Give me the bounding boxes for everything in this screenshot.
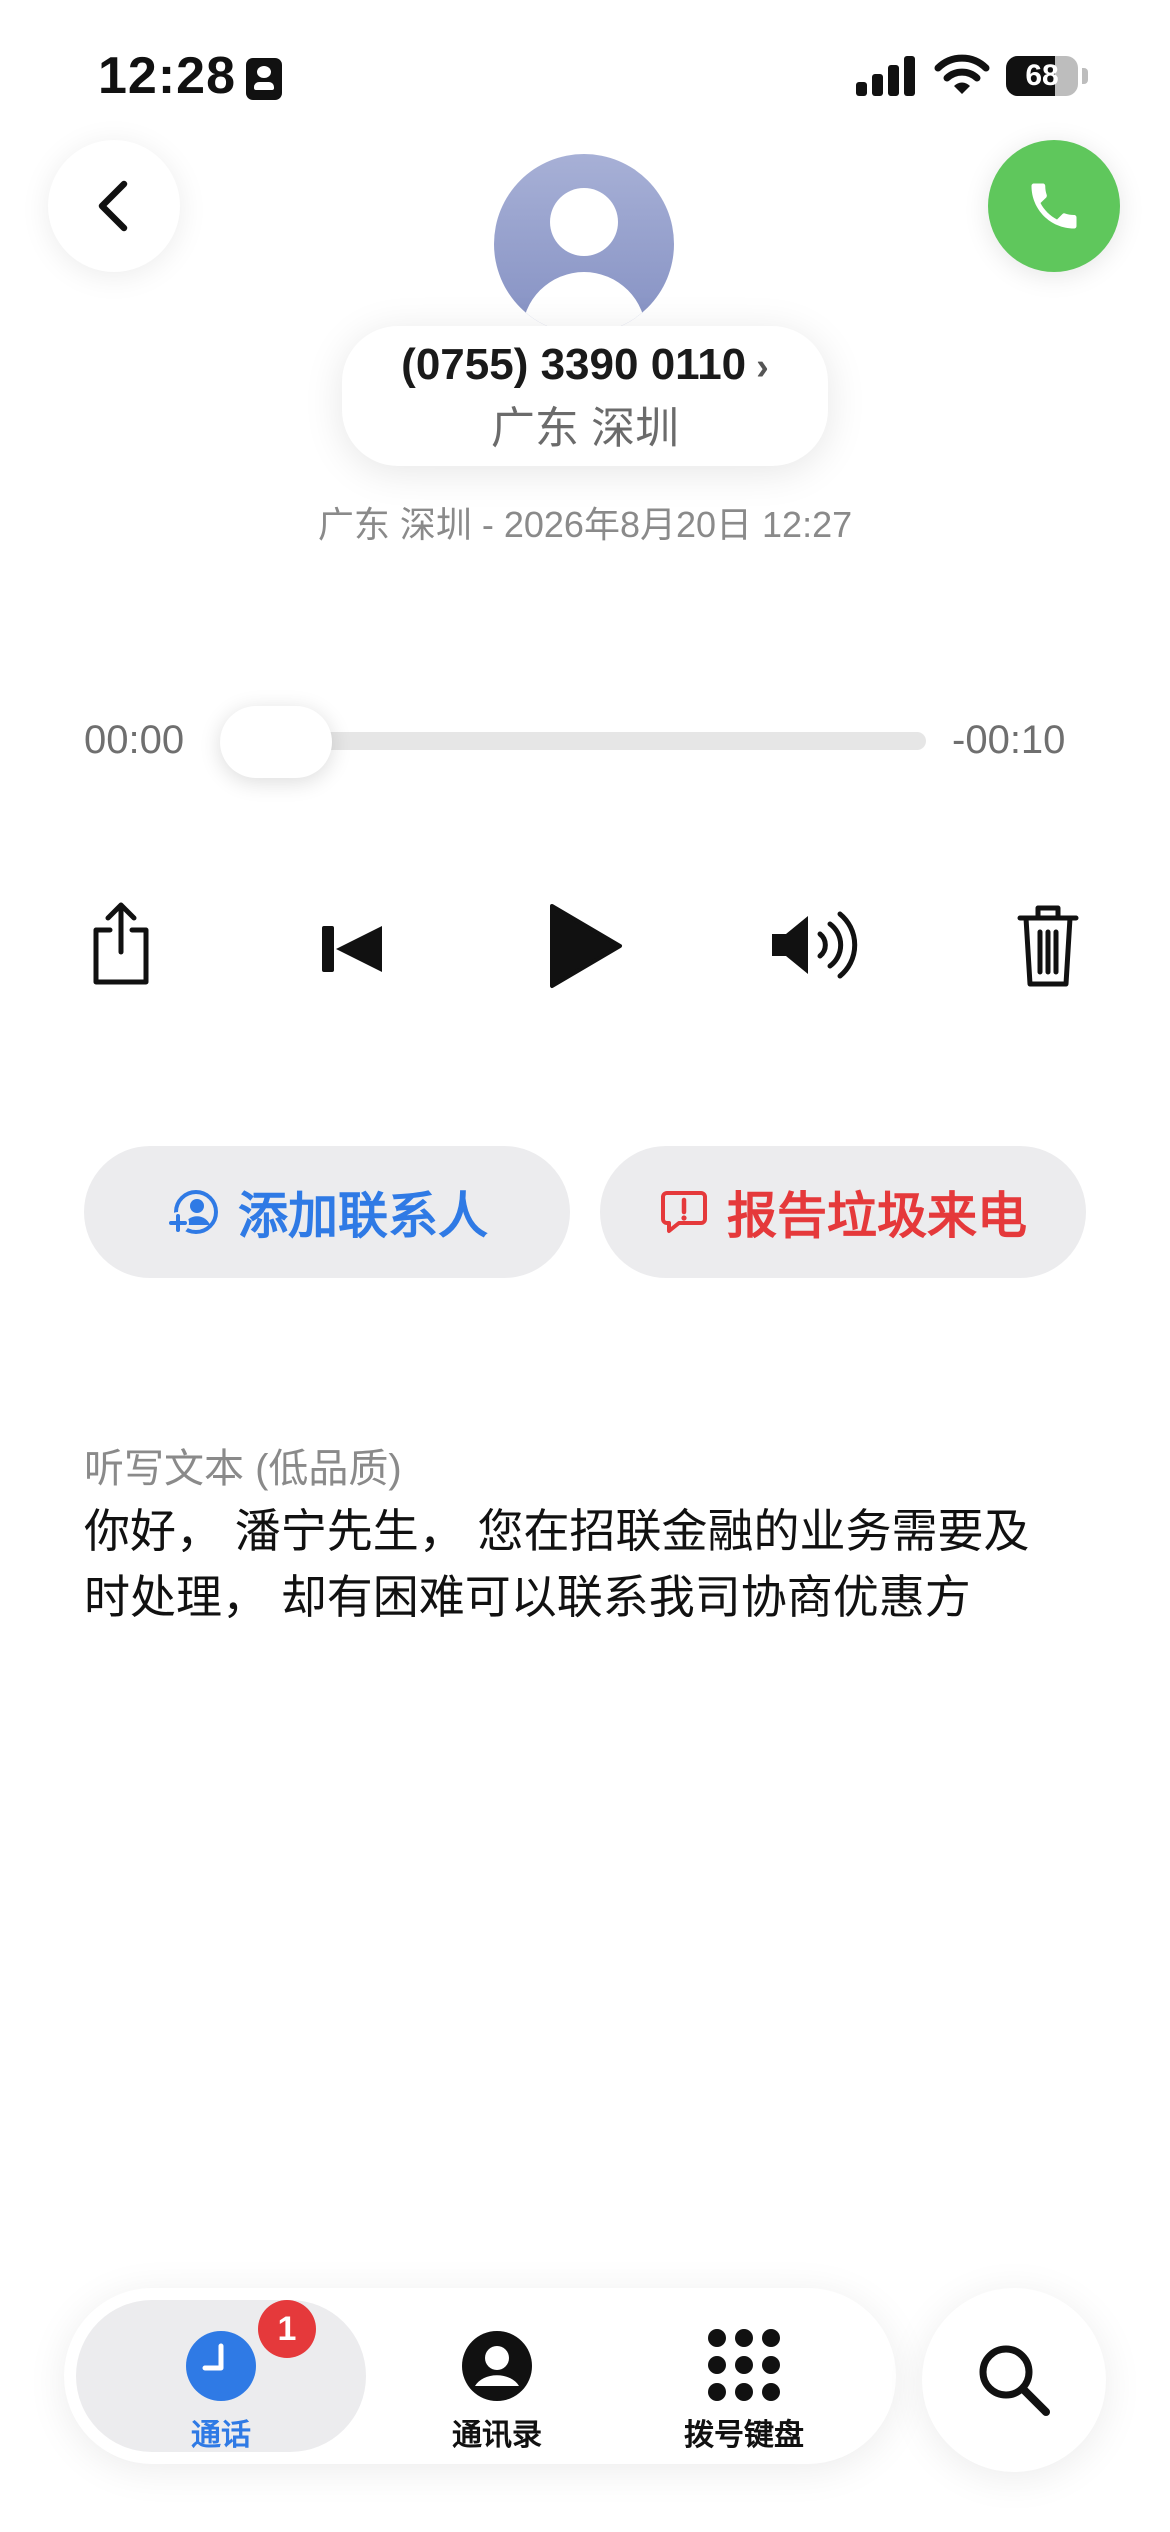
volume-button[interactable] [768,900,862,990]
speaker-icon [772,911,858,979]
playback-scrubber-handle[interactable] [220,706,332,778]
back-button[interactable] [48,140,180,272]
battery-icon: 68 [1006,54,1088,98]
person-icon [462,2331,532,2401]
contact-location: 广东 深圳 [490,404,680,453]
transcript-title: 听写文本 (低品质) [84,1447,402,1491]
tab-keypad[interactable]: 拨号键盘 [614,2288,874,2464]
report-spam-button[interactable]: 报告垃圾来电 [600,1146,1086,1278]
add-contact-button[interactable]: 添加联系人 [84,1146,570,1278]
share-icon [93,902,149,985]
chevron-left-icon [98,180,128,232]
report-icon [661,1191,707,1233]
tab-contacts[interactable]: 通讯录 [382,2288,612,2464]
call-metadata: 广东 深圳 - 2026年8月20日 12:27 [317,504,853,545]
status-time: 12:28 [98,47,236,105]
wifi-icon [934,54,990,94]
contact-info-card[interactable]: (0755) 3390 0110 › 广东 深圳 [342,326,828,466]
share-button[interactable] [86,900,156,990]
chevron-right-icon: › [756,346,769,388]
tab-calls[interactable]: 1 通话 [76,2288,366,2464]
play-button[interactable] [544,900,624,990]
add-contact-label: 添加联系人 [238,1188,488,1244]
report-spam-label: 报告垃圾来电 [727,1188,1027,1244]
skip-back-icon [322,926,382,972]
search-button[interactable] [922,2288,1106,2472]
clock-icon [186,2331,256,2401]
avatar [494,154,674,334]
id-card-icon [246,58,282,100]
keypad-icon [708,2329,780,2401]
phone-icon [1031,183,1077,229]
tab-keypad-label: 拨号键盘 [684,2419,804,2452]
call-button[interactable] [988,140,1120,272]
remaining-time: -00:10 [952,718,1066,762]
phone-number: (0755) 3390 0110 › [401,340,769,389]
trash-icon [1017,905,1079,987]
search-icon [979,2345,1050,2416]
missed-calls-badge: 1 [258,2300,316,2358]
tab-contacts-label: 通讯录 [452,2419,542,2452]
battery-level: 68 [1025,59,1059,92]
add-contact-icon [167,1190,218,1234]
cellular-signal-icon [856,56,916,96]
delete-button[interactable] [1016,900,1080,990]
tab-bar: 1 通话 通讯录 拨号键盘 [64,2288,896,2464]
skip-back-button[interactable] [316,900,386,990]
elapsed-time: 00:00 [84,718,185,762]
play-icon [550,904,622,988]
transcript-text: 你好， 潘宁先生， 您在招联金融的业务需要及时处理， 却有困难可以联系我司协商优… [84,1505,1030,1623]
tab-calls-label: 通话 [191,2419,251,2452]
